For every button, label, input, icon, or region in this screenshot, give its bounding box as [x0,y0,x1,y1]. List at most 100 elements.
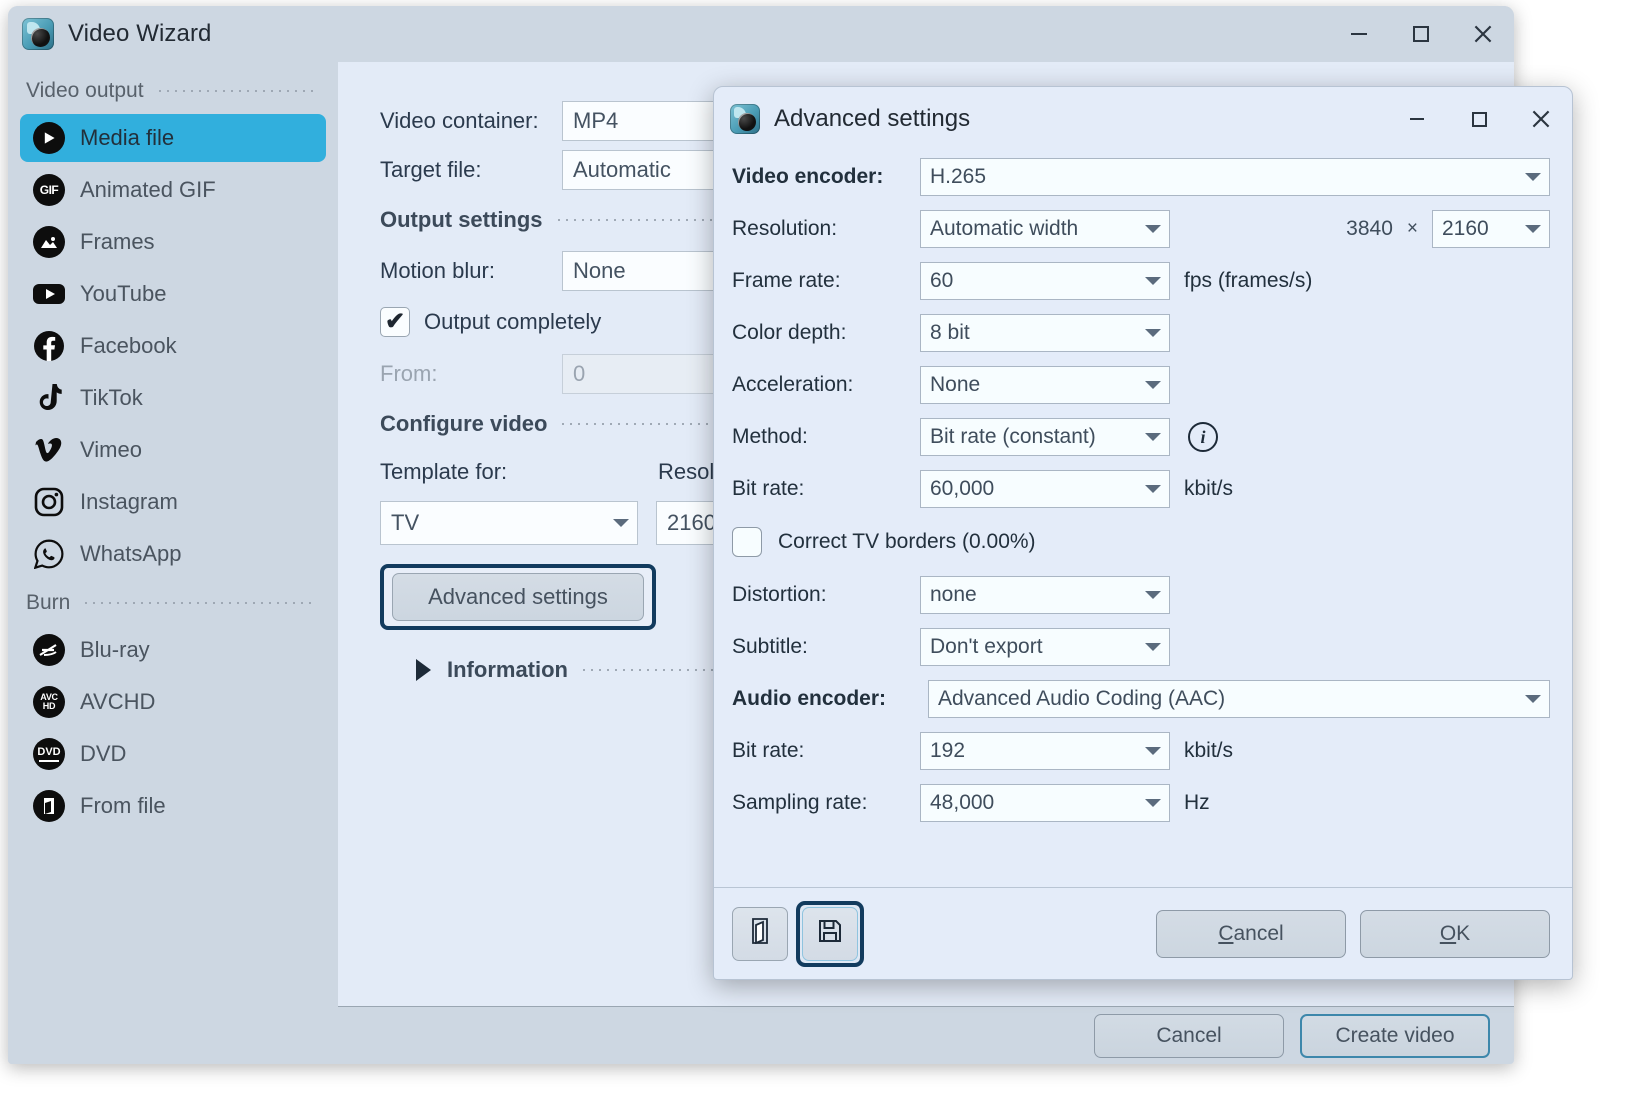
resolution-height-value: 2160 [1442,217,1489,241]
resolution-height-select[interactable]: 2160 [1432,210,1550,248]
sampling-rate-unit: Hz [1184,791,1210,815]
distortion-label: Distortion: [732,583,920,607]
output-completely-label: Output completely [424,309,601,335]
color-depth-label: Color depth: [732,321,920,345]
acceleration-select[interactable]: None [920,366,1170,404]
output-completely-checkbox[interactable]: ✔ [380,307,410,337]
correct-tv-borders-label: Correct TV borders (0.00%) [778,530,1036,554]
close-icon[interactable] [1452,6,1514,62]
sidebar-item-whatsapp[interactable]: WhatsApp [20,530,326,578]
resolution-row: Resolution: Automatic width 3840 × 2160 [732,203,1550,255]
avchd-icon: AVCHD [32,685,66,719]
sidebar-item-vimeo[interactable]: Vimeo [20,426,326,474]
sidebar-item-from-file[interactable]: From file [20,782,326,830]
tiktok-icon [32,381,66,415]
sidebar-item-animated-gif[interactable]: GIF Animated GIF [20,166,326,214]
ok-label-rest: K [1456,922,1470,946]
divider-dots [156,90,316,92]
audio-bit-rate-label: Bit rate: [732,739,920,763]
page-title: Video Wizard [68,20,212,48]
dialog-cancel-button[interactable]: Cancel [1156,910,1346,958]
correct-tv-borders-row[interactable]: Correct TV borders (0.00%) [732,515,1550,569]
chevron-right-icon [416,659,431,681]
audio-bit-rate-select[interactable]: 192 [920,732,1170,770]
sidebar-item-facebook[interactable]: Facebook [20,322,326,370]
cancel-button[interactable]: Cancel [1094,1014,1284,1058]
close-icon[interactable] [1510,87,1572,151]
video-wizard-icon [730,104,760,134]
chevron-down-icon [1145,381,1161,389]
divider-dots [82,602,316,604]
minimize-icon[interactable] [1386,87,1448,151]
video-wizard-icon [22,18,54,50]
video-container-label: Video container: [380,108,562,134]
save-profile-button[interactable] [802,907,858,961]
sidebar-item-frames[interactable]: Frames [20,218,326,266]
color-depth-value: 8 bit [930,321,970,345]
chevron-down-icon [1145,747,1161,755]
distortion-select[interactable]: none [920,576,1170,614]
chevron-down-icon [1145,277,1161,285]
sidebar-item-label: Frames [80,229,155,255]
video-bit-rate-select[interactable]: 60,000 [920,470,1170,508]
gif-icon: GIF [32,173,66,207]
sidebar-item-avchd[interactable]: AVCHD AVCHD [20,678,326,726]
minimize-icon[interactable] [1328,6,1390,62]
sidebar-item-blu-ray[interactable]: Blu-ray [20,626,326,674]
color-depth-select[interactable]: 8 bit [920,314,1170,352]
dialog-ok-button[interactable]: OK [1360,910,1550,958]
distortion-row: Distortion: none [732,569,1550,621]
correct-tv-borders-checkbox[interactable] [732,527,762,557]
audio-encoder-select[interactable]: Advanced Audio Coding (AAC) [928,680,1550,718]
sidebar-item-label: Instagram [80,489,178,515]
sidebar-item-label: From file [80,793,166,819]
sidebar-item-label: YouTube [80,281,166,307]
template-for-select[interactable]: TV [380,501,638,545]
acceleration-label: Acceleration: [732,373,920,397]
sidebar-group-label: Video output [26,79,144,103]
from-file-icon [32,789,66,823]
save-profile-icon [818,919,842,948]
method-row: Method: Bit rate (constant) i [732,411,1550,463]
check-icon: ✔ [385,310,405,334]
sidebar-item-label: DVD [80,741,126,767]
frame-rate-unit: fps (frames/s) [1184,269,1312,293]
audio-encoder-row: Audio encoder: Advanced Audio Coding (AA… [732,673,1550,725]
load-profile-icon [750,918,770,949]
create-video-button[interactable]: Create video [1300,1014,1490,1058]
load-profile-button[interactable] [732,907,788,961]
chevron-down-icon [1525,695,1541,703]
motion-blur-label: Motion blur: [380,258,562,284]
info-icon[interactable]: i [1188,422,1218,452]
resolution-mode-select[interactable]: Automatic width [920,210,1170,248]
sidebar-item-dvd[interactable]: DVD DVD [20,730,326,778]
video-bit-rate-row: Bit rate: 60,000 kbit/s [732,463,1550,515]
advanced-settings-dialog: Advanced settings Video encoder: H.265 R… [713,86,1573,980]
sidebar-item-youtube[interactable]: YouTube [20,270,326,318]
maximize-icon[interactable] [1448,87,1510,151]
chevron-down-icon [1145,225,1161,233]
audio-encoder-label: Audio encoder: [732,687,928,711]
image-icon [32,225,66,259]
audio-bit-rate-unit: kbit/s [1184,739,1233,763]
information-label: Information [447,657,568,683]
sidebar-item-instagram[interactable]: Instagram [20,478,326,526]
sidebar-item-tiktok[interactable]: TikTok [20,374,326,422]
resolution-dimensions: 3840 × 2160 [1346,210,1550,248]
acceleration-value: None [930,373,980,397]
method-select[interactable]: Bit rate (constant) [920,418,1170,456]
frame-rate-select[interactable]: 60 [920,262,1170,300]
sampling-rate-select[interactable]: 48,000 [920,784,1170,822]
video-bit-rate-label: Bit rate: [732,477,920,501]
audio-bit-rate-value: 192 [930,739,965,763]
save-profile-focus-ring [796,901,864,967]
audio-encoder-value: Advanced Audio Coding (AAC) [938,687,1225,711]
maximize-icon[interactable] [1390,6,1452,62]
sidebar-item-media-file[interactable]: Media file [20,114,326,162]
subtitle-select[interactable]: Don't export [920,628,1170,666]
chevron-down-icon [1145,643,1161,651]
sidebar: Video output Media file GIF Animated GIF… [8,62,338,1064]
advanced-settings-button[interactable]: Advanced settings [392,573,644,621]
video-encoder-select[interactable]: H.265 [920,158,1550,196]
cancel-label-rest: ancel [1233,922,1283,946]
